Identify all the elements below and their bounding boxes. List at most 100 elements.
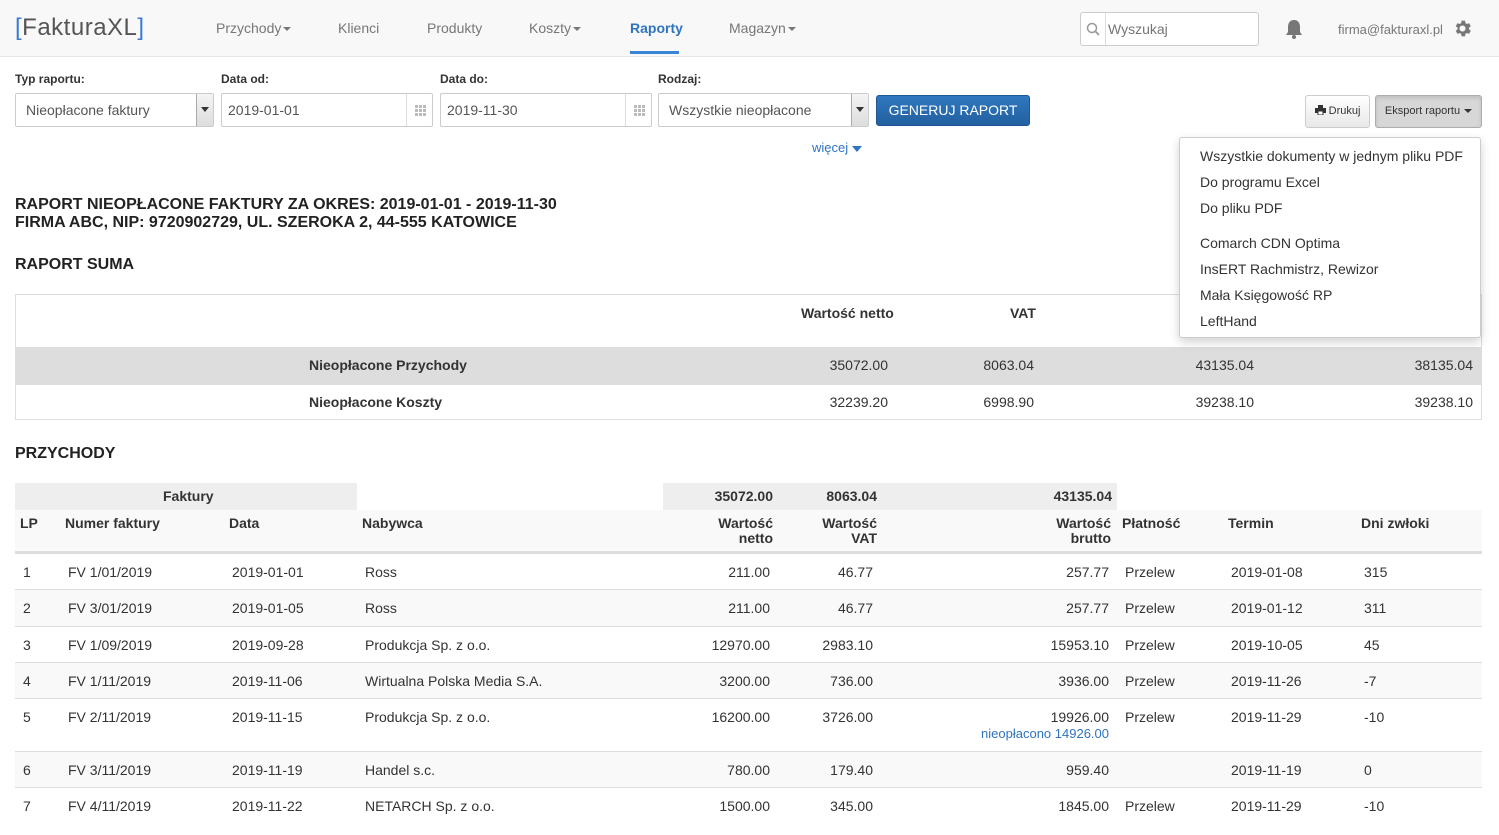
cell-buyer: Produkcja Sp. z o.o.: [365, 637, 491, 653]
export-pdf[interactable]: Do pliku PDF: [1200, 200, 1282, 216]
summary-header-vat: VAT: [1010, 305, 1036, 321]
cell-vat: 736.00: [830, 673, 873, 689]
nav-przychody[interactable]: Przychody: [216, 20, 292, 36]
nav-przychody-label: Przychody: [216, 20, 282, 36]
cell-delay-days: 311: [1364, 600, 1387, 616]
user-email-link[interactable]: firma@fakturaxl.pl: [1338, 22, 1443, 37]
table-row: 1 FV 1/01/2019 2019-01-01 Ross 211.00 46.77 25…: [15, 553, 1482, 589]
report-type-select[interactable]: Nieopłacone faktury: [15, 93, 214, 127]
date-to-field[interactable]: 2019-11-30: [440, 93, 652, 127]
generate-report-button[interactable]: GENERUJ RAPORT: [876, 95, 1030, 126]
header-date: Data: [229, 515, 260, 531]
top-navbar: [FakturaXL] Przychody Klienci Produkty K…: [0, 0, 1499, 57]
kind-label: Rodzaj:: [658, 72, 702, 86]
cell-netto: 211.00: [728, 564, 770, 580]
print-button[interactable]: Drukuj: [1305, 95, 1370, 128]
cell-date: 2019-11-06: [232, 673, 303, 689]
export-mala-ksiegowosc[interactable]: Mała Księgowość RP: [1200, 287, 1332, 303]
cell-vat: 46.77: [837, 600, 873, 616]
cell-date: 2019-01-05: [232, 600, 304, 616]
cell-netto: 12970.00: [711, 637, 770, 653]
summary-row: Nieopłacone Koszty 32239.20 6998.90 3923…: [16, 384, 1481, 419]
gear-icon[interactable]: [1452, 18, 1473, 42]
more-options-label: więcej: [812, 140, 849, 155]
export-all-pdf[interactable]: Wszystkie dokumenty w jednym pliku PDF: [1200, 148, 1463, 164]
cell-netto: 211.00: [728, 600, 770, 616]
header-number: Numer faktury: [65, 515, 160, 531]
chevron-down-icon: [856, 107, 864, 112]
cell-payment: Przelew: [1125, 673, 1175, 689]
date-from-field[interactable]: 2019-01-01: [221, 93, 433, 127]
cell-invoice-number[interactable]: FV 2/11/2019: [68, 709, 151, 725]
totals-label: Faktury: [163, 488, 214, 504]
export-excel[interactable]: Do programu Excel: [1200, 174, 1320, 190]
cell-date: 2019-11-19: [232, 762, 303, 778]
more-options-link[interactable]: więcej: [812, 140, 863, 155]
bell-icon[interactable]: [1284, 18, 1304, 43]
kind-select[interactable]: Wszystkie nieopłacone: [658, 93, 869, 127]
unpaid-amount-note: nieopłacono 14926.00: [981, 726, 1109, 741]
totals-vat: 8063.04: [826, 488, 877, 504]
nav-klienci[interactable]: Klienci: [338, 20, 379, 36]
cell-buyer: Ross: [365, 564, 397, 580]
cell-invoice-number[interactable]: FV 1/09/2019: [68, 637, 152, 653]
cell-payment: Przelew: [1125, 564, 1175, 580]
summary-row-brutto: 43135.04: [1195, 357, 1254, 373]
summary-row-col4: 39238.10: [1414, 394, 1473, 410]
kind-value: Wszystkie nieopłacone: [669, 102, 812, 118]
search-box: [1080, 12, 1259, 46]
search-input[interactable]: [1108, 19, 1253, 39]
summary-header-netto: Wartość netto: [801, 305, 894, 321]
cell-invoice-number[interactable]: FV 1/11/2019: [68, 673, 151, 689]
table-row: 6 FV 3/11/2019 2019-11-19 Handel s.c. 780.00…: [15, 751, 1482, 787]
nav-produkty[interactable]: Produkty: [427, 20, 482, 36]
cell-vat: 46.77: [837, 564, 873, 580]
calendar-icon[interactable]: [625, 94, 651, 126]
export-cdn-optima[interactable]: Comarch CDN Optima: [1200, 235, 1340, 251]
cell-date: 2019-01-01: [232, 564, 304, 580]
print-label: Drukuj: [1328, 105, 1361, 117]
header-netto-line2: netto: [738, 530, 773, 546]
summary-row-col4: 38135.04: [1414, 357, 1473, 373]
cell-invoice-number[interactable]: FV 3/11/2019: [68, 762, 151, 778]
cell-date: 2019-11-22: [232, 798, 303, 814]
cell-buyer: Ross: [365, 600, 397, 616]
cell-due-date: 2019-11-26: [1231, 673, 1302, 689]
table-row: 7 FV 4/11/2019 2019-11-22 NETARCH Sp. z o.o…: [15, 787, 1482, 824]
header-delay: Dni zwłoki: [1361, 515, 1430, 531]
nav-koszty[interactable]: Koszty: [529, 20, 582, 36]
date-from-label: Data od:: [221, 72, 269, 86]
summary-row-brutto: 39238.10: [1195, 394, 1254, 410]
cell-delay-days: 0: [1364, 762, 1372, 778]
cell-due-date: 2019-10-05: [1231, 637, 1303, 653]
nav-magazyn[interactable]: Magazyn: [729, 20, 796, 36]
cell-invoice-number[interactable]: FV 1/01/2019: [68, 564, 152, 580]
cell-delay-days: -7: [1364, 673, 1377, 689]
select-arrow: [196, 94, 213, 126]
summary-row-vat: 8063.04: [983, 357, 1034, 373]
table-row: 2 FV 3/01/2019 2019-01-05 Ross 211.00 46.77 25…: [15, 589, 1482, 626]
cell-delay-days: 315: [1364, 564, 1388, 580]
header-brutto-line2: brutto: [1070, 530, 1111, 546]
cell-brutto: 1845.00: [1058, 798, 1109, 814]
income-section-title: PRZYCHODY: [15, 445, 116, 462]
caret-down-icon: [1464, 109, 1473, 114]
calendar-icon[interactable]: [406, 94, 432, 126]
header-netto: Wartość netto: [718, 516, 773, 546]
header-vat: Wartość VAT: [822, 516, 877, 546]
nav-raporty[interactable]: Raporty: [630, 20, 683, 36]
cell-netto: 16200.00: [711, 709, 770, 725]
export-lefthand[interactable]: LeftHand: [1200, 313, 1257, 329]
export-insert-rachmistrz[interactable]: InsERT Rachmistrz, Rewizor: [1200, 261, 1378, 277]
cell-invoice-number[interactable]: FV 3/01/2019: [68, 600, 152, 616]
summary-row: Nieopłacone Przychody 35072.00 8063.04 4…: [16, 347, 1481, 384]
brand-bracket-close: ]: [137, 14, 145, 41]
header-netto-line1: Wartość: [718, 515, 773, 531]
export-report-button[interactable]: Eksport raportu: [1375, 95, 1482, 128]
summary-row-name: Nieopłacone Koszty: [309, 394, 443, 410]
brand-logo[interactable]: [FakturaXL]: [15, 14, 145, 42]
printer-icon: [1314, 105, 1326, 116]
cell-lp: 7: [23, 798, 31, 814]
cell-brutto: 19926.00: [1050, 709, 1109, 725]
cell-invoice-number[interactable]: FV 4/11/2019: [68, 798, 151, 814]
